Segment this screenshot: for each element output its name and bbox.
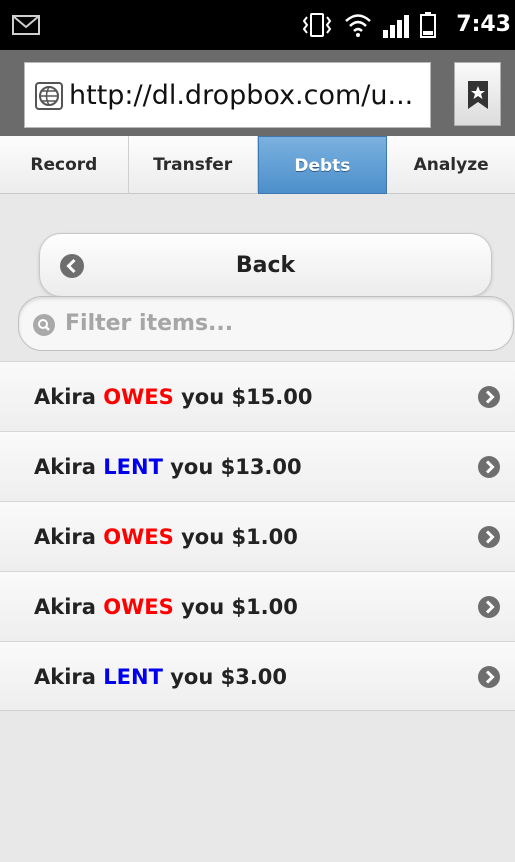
debt-name: Akira xyxy=(34,595,96,619)
globe-icon xyxy=(35,82,63,110)
debt-name: Akira xyxy=(34,385,96,409)
debt-type: OWES xyxy=(103,595,174,619)
tab-debts[interactable]: Debts xyxy=(257,136,388,194)
back-button[interactable]: Back xyxy=(39,233,492,297)
chevron-right-icon xyxy=(478,666,500,688)
tab-transfer[interactable]: Transfer xyxy=(129,136,258,194)
gmail-icon xyxy=(12,15,40,35)
debt-name: Akira xyxy=(34,455,96,479)
debt-text: Akira OWES you $15.00 xyxy=(34,362,313,432)
tab-analyze[interactable]: Analyze xyxy=(387,136,515,194)
debt-amount: you $15.00 xyxy=(181,385,313,409)
back-button-label: Back xyxy=(235,253,296,278)
chevron-right-icon xyxy=(478,456,500,478)
debt-amount: you $1.00 xyxy=(181,525,298,549)
debt-amount: you $3.00 xyxy=(170,665,288,689)
debts-list: Akira OWES you $15.00 Akira LENT you $13… xyxy=(0,361,515,711)
debt-type: LENT xyxy=(103,455,163,479)
tab-record[interactable]: Record xyxy=(0,136,129,194)
debt-text: Akira LENT you $3.00 xyxy=(34,642,287,712)
chevron-right-icon xyxy=(478,526,500,548)
tab-bar: Record Transfer Debts Analyze xyxy=(0,136,515,194)
status-time: 7:43 PM xyxy=(456,12,511,87)
wifi-icon xyxy=(345,14,371,37)
list-item[interactable]: Akira OWES you $1.00 xyxy=(0,501,515,571)
debt-amount: you $1.00 xyxy=(181,595,298,619)
search-icon xyxy=(33,314,55,336)
debt-text: Akira OWES you $1.00 xyxy=(34,502,298,572)
debt-name: Akira xyxy=(34,525,96,549)
bookmark-button[interactable] xyxy=(454,62,501,126)
url-field[interactable]: http://dl.dropbox.com/u... xyxy=(24,62,431,128)
filter-bar xyxy=(18,296,514,351)
chevron-right-icon xyxy=(478,596,500,618)
vibrate-icon xyxy=(302,13,332,37)
debt-amount: you $13.00 xyxy=(170,455,302,479)
list-item[interactable]: Akira LENT you $3.00 xyxy=(0,641,515,711)
bookmark-star-icon xyxy=(468,81,488,109)
debt-type: LENT xyxy=(103,665,163,689)
list-item[interactable]: Akira OWES you $1.00 xyxy=(0,571,515,641)
debt-text: Akira LENT you $13.00 xyxy=(34,432,302,502)
status-bar: 7:43 PM xyxy=(0,0,515,87)
debt-type: OWES xyxy=(103,525,174,549)
list-item[interactable]: Akira LENT you $13.00 xyxy=(0,431,515,501)
filter-input[interactable] xyxy=(65,297,495,350)
battery-icon xyxy=(420,12,436,38)
debt-type: OWES xyxy=(103,385,174,409)
chevron-right-icon xyxy=(478,386,500,408)
browser-url-bar: http://dl.dropbox.com/u... xyxy=(0,50,515,136)
empty-area xyxy=(0,711,515,862)
debt-name: Akira xyxy=(34,665,96,689)
debt-text: Akira OWES you $1.00 xyxy=(34,572,298,642)
signal-icon xyxy=(383,15,409,38)
url-text: http://dl.dropbox.com/u... xyxy=(69,80,414,111)
list-item[interactable]: Akira OWES you $15.00 xyxy=(0,361,515,431)
